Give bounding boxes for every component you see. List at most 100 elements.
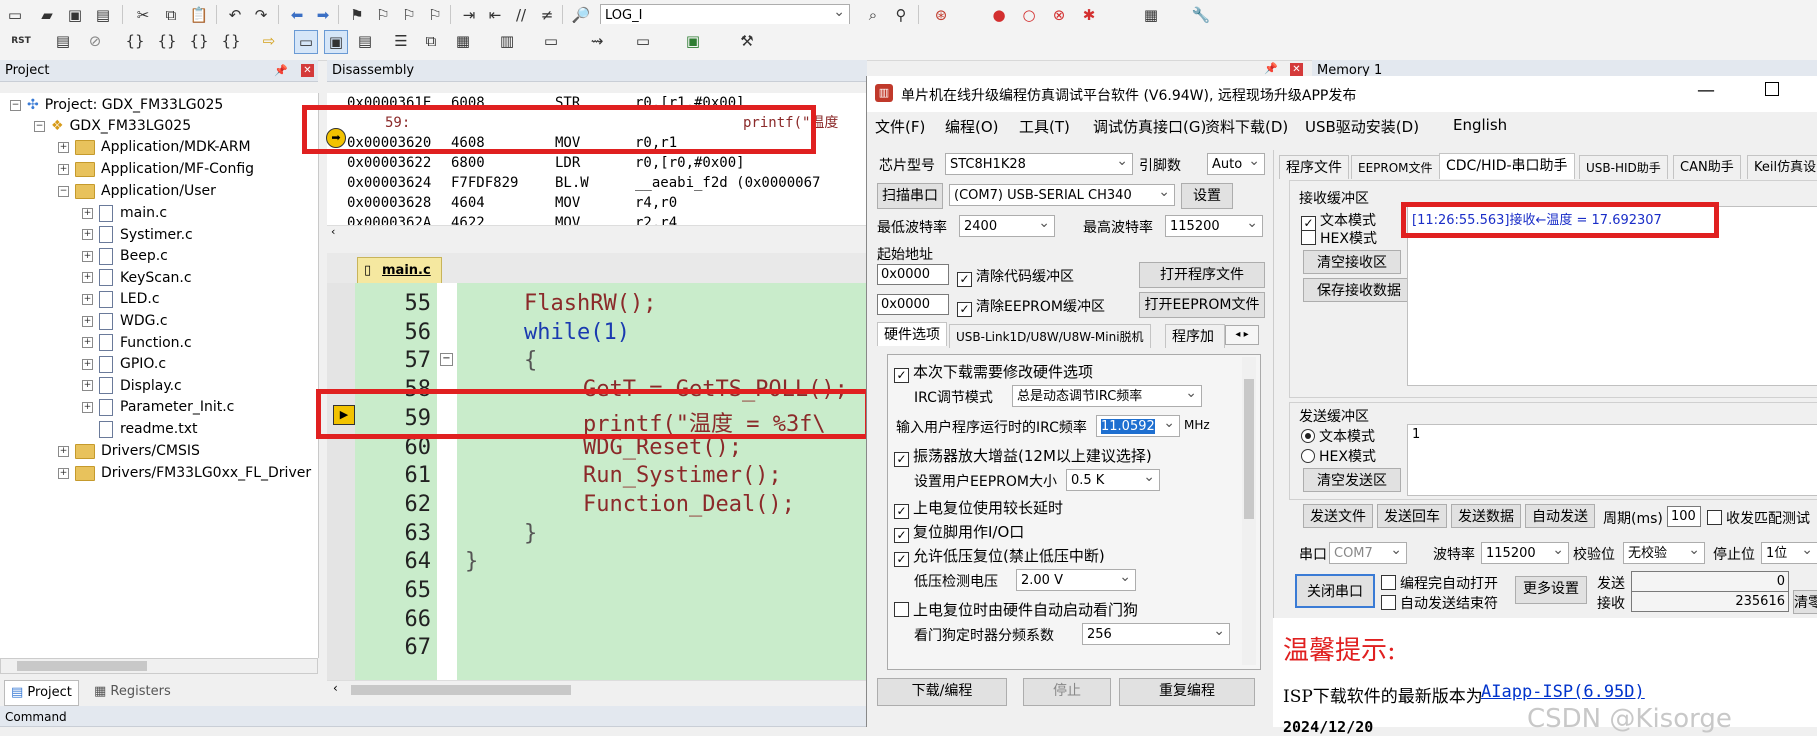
incremental-find-icon[interactable]: ⚲ <box>890 4 912 26</box>
code-line[interactable]: } <box>524 521 537 546</box>
tab-usb-hid[interactable]: USB-HID助手 <box>1579 155 1668 179</box>
port-settings-button[interactable]: 设置 <box>1181 183 1233 209</box>
send-textarea[interactable]: 1 <box>1407 424 1817 496</box>
maximize-button[interactable] <box>1765 82 1779 96</box>
menu-debug-interface[interactable]: 调试仿真接口(G) <box>1093 116 1206 137</box>
tree-file[interactable]: + Parameter_Init.c <box>82 395 234 419</box>
save-receive-button[interactable]: 保存接收数据 <box>1303 278 1415 302</box>
expand-icon[interactable]: + <box>58 445 69 457</box>
expand-icon[interactable]: + <box>58 141 69 153</box>
modify-hw-checkbox[interactable]: ✓ 本次下载需要修改硬件选项 <box>894 361 1093 383</box>
lv-detect-select[interactable]: 2.00 V <box>1016 569 1136 591</box>
long-delay-checkbox[interactable]: ✓ 上电复位使用较长延时 <box>894 497 1063 519</box>
menu-usb-driver[interactable]: USB驱动安装(D) <box>1305 116 1419 137</box>
options-scrollbar[interactable] <box>1242 357 1256 665</box>
code-line[interactable]: while(1) <box>524 320 630 345</box>
code-line[interactable]: Run_Systimer(); <box>583 463 782 488</box>
pin-count-select[interactable]: Auto <box>1207 153 1265 175</box>
tab-hardware-options[interactable]: 硬件选项 <box>877 322 947 346</box>
tree-file[interactable]: + main.c <box>82 201 167 225</box>
expand-icon[interactable]: + <box>82 337 93 349</box>
code-editor[interactable]: 55 FlashRW(); 56 while(1) 57{58 GetT = GetTS_… <box>327 283 867 680</box>
osc-gain-checkbox[interactable]: ✓ 振荡器放大增益(12M以上建议选择) <box>894 445 1152 467</box>
period-input[interactable]: 100 <box>1667 506 1701 527</box>
breakpoint-icon[interactable]: ● <box>988 4 1010 26</box>
chip-select[interactable]: STC8H1K28 <box>945 153 1133 175</box>
baud-select[interactable]: 115200 <box>1481 542 1569 564</box>
call-stack-icon[interactable]: ⧉ <box>420 30 442 52</box>
uncomment-icon[interactable]: ≠ <box>536 4 558 26</box>
wdt-prescale-select[interactable]: 256 <box>1082 623 1230 645</box>
serial-window-icon[interactable]: ▭ <box>540 30 562 52</box>
paste-icon[interactable]: 📋 <box>188 4 210 26</box>
irc-freq-select[interactable]: 11.0592 <box>1096 415 1180 437</box>
tab-program-file[interactable]: 程序文件 <box>1279 155 1349 179</box>
disassembly-line[interactable]: 0x00003624 F7FDF829 BL.W __aeabi_f2d (0x000… <box>347 173 820 193</box>
tree-file[interactable]: + Function.c <box>82 331 192 355</box>
watch-window-icon[interactable]: ▦ <box>452 30 474 52</box>
bookmark-icon[interactable]: ⚑ <box>346 4 368 26</box>
tree-file[interactable]: + KeyScan.c <box>82 266 192 290</box>
code-address-input[interactable]: 0x0000 <box>877 264 949 285</box>
code-line[interactable]: { <box>524 348 537 373</box>
lvr-checkbox[interactable]: ✓ 允许低压复位(禁止低压中断) <box>894 545 1105 567</box>
expand-icon[interactable]: + <box>82 272 93 284</box>
tree-file[interactable]: readme.txt <box>82 417 198 441</box>
disassembly-line[interactable]: 0x00003622 6800 LDR r0,[r0,#0x00] <box>347 153 745 173</box>
enable-breakpoint-icon[interactable]: ○ <box>1018 4 1040 26</box>
download-program-button[interactable]: 下载/编程 <box>877 678 1007 706</box>
reset-io-checkbox[interactable]: ✓ 复位脚用作I/O口 <box>894 521 1024 543</box>
tab-can-assistant[interactable]: CAN助手 <box>1673 155 1741 179</box>
auto-open-checkbox[interactable]: 编程完自动打开 <box>1381 573 1498 593</box>
menu-tools[interactable]: 工具(T) <box>1019 116 1070 137</box>
clear-bookmarks-icon[interactable]: ⚐ <box>424 4 446 26</box>
save-icon[interactable]: ▣ <box>64 4 86 26</box>
unindent-icon[interactable]: ⇤ <box>484 4 506 26</box>
clear-code-checkbox[interactable]: ✓ 清除代码缓冲区 <box>957 266 1074 287</box>
menu-file[interactable]: 文件(F) <box>875 116 925 137</box>
redo-icon[interactable]: ↷ <box>250 4 272 26</box>
tab-usb-link[interactable]: USB-Link1D/U8W/U8W-Mini脱机 <box>949 324 1151 348</box>
editor-gutter[interactable] <box>327 283 355 680</box>
copy-icon[interactable]: ⧉ <box>160 4 182 26</box>
min-baud-select[interactable]: 2400 <box>959 215 1055 237</box>
eeprom-size-select[interactable]: 0.5 K <box>1066 469 1160 491</box>
open-eeprom-button[interactable]: 打开EEPROM文件 <box>1139 292 1265 318</box>
tab-eeprom-file[interactable]: EEPROM文件 <box>1351 155 1440 179</box>
tab-program-encrypt[interactable]: 程序加 <box>1165 324 1225 348</box>
send-text-mode-radio[interactable]: 文本模式 <box>1301 426 1375 446</box>
clear-send-button[interactable]: 清空发送区 <box>1303 468 1401 492</box>
memory-window-icon[interactable]: ▥ <box>496 30 518 52</box>
code-line[interactable]: Function_Deal(); <box>583 492 795 517</box>
disassembly-line[interactable]: 0x00003628 4604 MOV r4,r0 <box>347 193 677 213</box>
find-in-files-icon[interactable]: 🔎 <box>570 4 592 26</box>
close-panel-icon[interactable]: ✕ <box>1290 63 1303 76</box>
reprogram-button[interactable]: 重复编程 <box>1119 678 1255 706</box>
tab-scroll-arrows[interactable]: ◂ ▸ <box>1225 325 1259 345</box>
tree-group[interactable]: + Application/MDK-ARM <box>58 135 251 159</box>
editor-scrollbar[interactable]: ‹ <box>327 680 867 699</box>
open-program-button[interactable]: 打开程序文件 <box>1139 262 1265 288</box>
menu-downloads[interactable]: 资料下载(D) <box>1205 116 1288 137</box>
tab-keil-debug[interactable]: Keil仿真设 <box>1747 155 1817 179</box>
configure-icon[interactable]: 🔧 <box>1190 4 1212 26</box>
send-hex-mode-radio[interactable]: HEX模式 <box>1301 446 1376 466</box>
show-next-statement-icon[interactable]: ⇨ <box>258 30 280 52</box>
expand-icon[interactable]: + <box>82 293 93 305</box>
find-icon[interactable]: ⌕ <box>862 4 884 26</box>
save-all-icon[interactable]: ▤ <box>92 4 114 26</box>
code-line[interactable]: FlashRW(); <box>524 291 656 316</box>
tree-file[interactable]: + Display.c <box>82 374 182 398</box>
expand-icon[interactable]: + <box>82 380 93 392</box>
reset-cpu-icon[interactable]: RST <box>10 30 32 52</box>
system-viewer-icon[interactable]: ▣ <box>682 30 704 52</box>
more-settings-button[interactable]: 更多设置 <box>1515 576 1587 604</box>
open-folder-icon[interactable]: ▰ <box>36 4 58 26</box>
close-port-button[interactable]: 关闭串口 <box>1295 574 1375 608</box>
tab-cdc-serial-assistant[interactable]: CDC/HID-串口助手 <box>1439 153 1575 179</box>
send-file-button[interactable]: 发送文件 <box>1303 504 1373 528</box>
tree-group[interactable]: + Drivers/CMSIS <box>58 439 200 463</box>
tree-file[interactable]: + LED.c <box>82 287 160 311</box>
comment-icon[interactable]: // <box>510 4 532 26</box>
analysis-window-icon[interactable]: ⇝ <box>586 30 608 52</box>
